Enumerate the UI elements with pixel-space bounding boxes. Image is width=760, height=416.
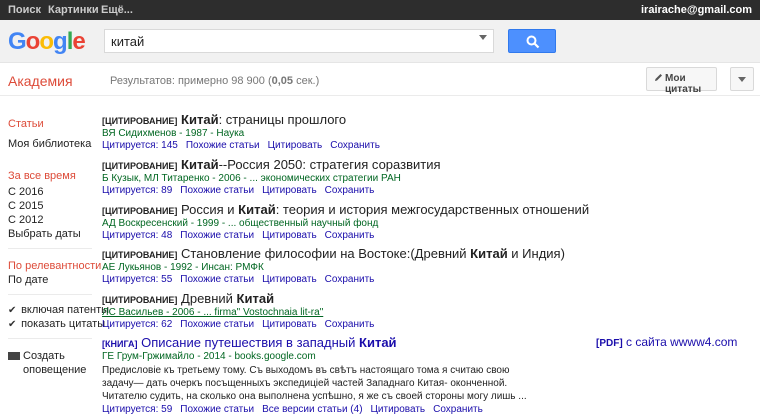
result-actions: Цитируется: 62 Похожие статьи Цитировать Со… — [102, 319, 722, 330]
result-authors: ЛС Васильев - 2006 - ... firma" Vostochn… — [102, 307, 324, 318]
results-count: Результатов: примерно 98 900 (0,05 сек.) — [110, 75, 320, 87]
related-articles-link[interactable]: Похожие статьи — [180, 230, 254, 241]
result-authors: ГЕ Грум-Гржимайло - 2014 - books.google.… — [102, 351, 316, 362]
nav-images-link[interactable]: Картинки — [48, 4, 99, 16]
cite-link[interactable]: Цитировать — [262, 319, 317, 330]
result-title[interactable]: [ЦИТИРОВАНИЕ] Древний Китай — [102, 291, 722, 306]
include-patents-checkbox[interactable]: ✔ включая патенты — [8, 304, 109, 316]
cite-link[interactable]: Цитировать — [268, 140, 323, 151]
chevron-down-icon — [738, 77, 746, 82]
my-citations-label: Мои цитаты — [665, 73, 702, 95]
cite-link[interactable]: Цитировать — [262, 185, 317, 196]
filter-any-time[interactable]: За все время — [8, 170, 76, 182]
related-articles-link[interactable]: Похожие статьи — [180, 404, 254, 415]
filter-since-2016[interactable]: С 2016 — [8, 186, 43, 198]
result-actions: Цитируется: 55 Похожие статьи Цитировать Со… — [102, 274, 722, 285]
result-authors: Б Кузык, МЛ Титаренко - 2006 - ... эконо… — [102, 173, 401, 184]
result-authors: АД Воскресенский - 1999 - ... общественн… — [102, 218, 379, 229]
search-button[interactable] — [508, 29, 556, 53]
nav-more-link[interactable]: Ещё... — [101, 4, 133, 16]
result-title[interactable]: [ЦИТИРОВАНИЕ] Китай--Россия 2050: страте… — [102, 157, 722, 172]
result-authors: АЕ Лукьянов - 1992 - Инсан: РМФК — [102, 262, 264, 273]
search-result: [ЦИТИРОВАНИЕ] Китай: страницы прошлого В… — [102, 112, 722, 151]
result-actions: Цитируется: 48 Похожие статьи Цитировать Со… — [102, 230, 722, 241]
result-actions: Цитируется: 145 Похожие статьи Цитировать С… — [102, 140, 722, 151]
create-alert-link[interactable]: Создать — [8, 350, 65, 362]
top-navigation-bar: Поиск Картинки Ещё... irairache@gmail.co… — [0, 0, 760, 20]
cited-by-link[interactable]: Цитируется: 89 — [102, 185, 172, 196]
result-actions: Цитируется: 59 Похожие статьи Все версии с… — [102, 404, 722, 415]
search-query-text[interactable]: китай — [111, 34, 144, 49]
search-result: [ЦИТИРОВАНИЕ] Китай--Россия 2050: страте… — [102, 157, 722, 196]
save-link[interactable]: Сохранить — [325, 185, 375, 196]
related-articles-link[interactable]: Похожие статьи — [180, 274, 254, 285]
my-citations-button[interactable]: Мои цитаты — [646, 67, 717, 95]
sort-by-relevance[interactable]: По релевантности — [8, 260, 101, 272]
checkmark-icon: ✔ — [8, 305, 17, 316]
checkmark-icon: ✔ — [8, 319, 17, 330]
sidebar-divider — [8, 338, 92, 339]
search-result: [ЦИТИРОВАНИЕ] Россия и Китай: теория и и… — [102, 202, 722, 241]
cite-link[interactable]: Цитировать — [262, 274, 317, 285]
cited-by-link[interactable]: Цитируется: 59 — [102, 404, 172, 415]
cited-by-link[interactable]: Цитируется: 48 — [102, 230, 172, 241]
result-title[interactable]: [ЦИТИРОВАНИЕ] Становление философии на В… — [102, 246, 722, 261]
sort-by-date[interactable]: По дате — [8, 274, 48, 286]
sidebar-divider — [8, 294, 92, 295]
search-header: Google китай — [0, 20, 760, 63]
related-articles-link[interactable]: Похожие статьи — [180, 185, 254, 196]
sidebar-item-library[interactable]: Моя библиотека — [8, 138, 91, 150]
scholar-title[interactable]: Академия — [8, 73, 73, 89]
cited-by-link[interactable]: Цитируется: 145 — [102, 140, 178, 151]
save-link[interactable]: Сохранить — [330, 140, 380, 151]
save-link[interactable]: Сохранить — [325, 230, 375, 241]
save-link[interactable]: Сохранить — [325, 319, 375, 330]
result-actions: Цитируется: 89 Похожие статьи Цитировать Со… — [102, 185, 722, 196]
filter-custom-dates[interactable]: Выбрать даты — [8, 228, 81, 240]
search-dropdown-icon[interactable] — [479, 35, 487, 40]
pdf-link[interactable]: [PDF] с сайта wwww4.com — [596, 335, 737, 349]
sidebar-item-articles[interactable]: Статьи — [8, 118, 44, 130]
create-alert-link-line2[interactable]: оповещение — [23, 364, 86, 376]
save-link[interactable]: Сохранить — [325, 274, 375, 285]
cite-link[interactable]: Цитировать — [371, 404, 426, 415]
nav-search-link[interactable]: Поиск — [8, 4, 41, 16]
search-result: [ЦИТИРОВАНИЕ] Древний Китай ЛС Васильев … — [102, 291, 722, 330]
search-icon — [526, 35, 540, 49]
settings-menu-button[interactable] — [730, 67, 754, 91]
pencil-icon — [655, 74, 662, 81]
filter-since-2012[interactable]: С 2012 — [8, 214, 43, 226]
save-link[interactable]: Сохранить — [433, 404, 483, 415]
cite-link[interactable]: Цитировать — [262, 230, 317, 241]
cited-by-link[interactable]: Цитируется: 62 — [102, 319, 172, 330]
envelope-icon — [8, 352, 20, 361]
account-email[interactable]: irairache@gmail.com — [641, 4, 752, 16]
result-title[interactable]: [ЦИТИРОВАНИЕ] Россия и Китай: теория и и… — [102, 202, 722, 217]
cited-by-link[interactable]: Цитируется: 55 — [102, 274, 172, 285]
related-articles-link[interactable]: Похожие статьи — [186, 140, 260, 151]
show-citations-checkbox[interactable]: ✔ показать цитаты — [8, 318, 105, 330]
all-versions-link[interactable]: Все версии статьи (4) — [262, 404, 362, 415]
result-snippet: Предисловіе къ третьему тому. Съ выходом… — [102, 365, 527, 402]
result-authors: ВЯ Сидихменов - 1987 - Наука — [102, 128, 245, 139]
sidebar-divider — [8, 248, 92, 249]
search-input[interactable]: китай — [104, 29, 494, 53]
google-logo[interactable]: Google — [8, 28, 86, 56]
result-title[interactable]: [ЦИТИРОВАНИЕ] Китай: страницы прошлого — [102, 112, 722, 127]
filter-since-2015[interactable]: С 2015 — [8, 200, 43, 212]
search-result: [ЦИТИРОВАНИЕ] Становление философии на В… — [102, 246, 722, 285]
scholar-subheader: Академия Результатов: примерно 98 900 (0… — [0, 63, 760, 96]
related-articles-link[interactable]: Похожие статьи — [180, 319, 254, 330]
